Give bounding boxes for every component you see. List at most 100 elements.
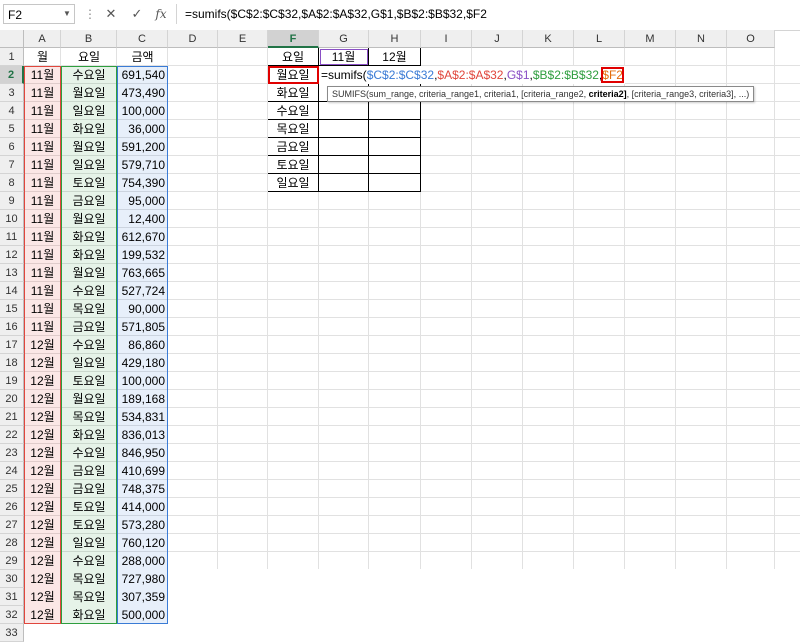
cell-month[interactable]: 11월: [24, 210, 61, 228]
cell-amount[interactable]: 612,670: [117, 228, 168, 246]
cell-day[interactable]: 일요일: [61, 102, 117, 120]
cell-day[interactable]: 월요일: [61, 210, 117, 228]
cell-day[interactable]: 월요일: [61, 390, 117, 408]
cell-day[interactable]: 금요일: [61, 480, 117, 498]
column-header-o[interactable]: O: [727, 30, 775, 48]
row-header-8[interactable]: 8: [0, 174, 24, 192]
cell-amount[interactable]: 189,168: [117, 390, 168, 408]
row-header-1[interactable]: 1: [0, 48, 24, 66]
cell-amount[interactable]: 534,831: [117, 408, 168, 426]
cell-month[interactable]: 12월: [24, 498, 61, 516]
column-header-k[interactable]: K: [523, 30, 574, 48]
column-header-i[interactable]: I: [421, 30, 472, 48]
cell-day[interactable]: 수요일: [61, 282, 117, 300]
cell-amount[interactable]: 429,180: [117, 354, 168, 372]
cell-day[interactable]: 목요일: [61, 588, 117, 606]
cell-amount[interactable]: 100,000: [117, 102, 168, 120]
header-month[interactable]: 월: [24, 48, 61, 66]
cell-day[interactable]: 수요일: [61, 552, 117, 570]
cell-amount[interactable]: 100,000: [117, 372, 168, 390]
column-header-h[interactable]: H: [369, 30, 421, 48]
cell-month[interactable]: 11월: [24, 66, 61, 84]
row-header-27[interactable]: 27: [0, 516, 24, 534]
name-box-dropdown-icon[interactable]: ▼: [61, 4, 73, 24]
cell-day[interactable]: 화요일: [61, 120, 117, 138]
row-header-29[interactable]: 29: [0, 552, 24, 570]
cell-day[interactable]: 목요일: [61, 300, 117, 318]
cell-month[interactable]: 12월: [24, 588, 61, 606]
cell-day[interactable]: 화요일: [61, 426, 117, 444]
cell-amount[interactable]: 763,665: [117, 264, 168, 282]
row-header-10[interactable]: 10: [0, 210, 24, 228]
row-header-2[interactable]: 2: [0, 66, 24, 84]
row-header-9[interactable]: 9: [0, 192, 24, 210]
column-header-c[interactable]: C: [117, 30, 168, 48]
cell-day[interactable]: 일요일: [61, 354, 117, 372]
cell-month[interactable]: 11월: [24, 120, 61, 138]
cell-day[interactable]: 토요일: [61, 516, 117, 534]
cell-amount[interactable]: 754,390: [117, 174, 168, 192]
cell-month[interactable]: 12월: [24, 444, 61, 462]
cell-day[interactable]: 화요일: [61, 606, 117, 624]
row-header-13[interactable]: 13: [0, 264, 24, 282]
cell-amount[interactable]: 579,710: [117, 156, 168, 174]
summary-value-nov[interactable]: [319, 156, 369, 174]
row-header-18[interactable]: 18: [0, 354, 24, 372]
cell-day[interactable]: 일요일: [61, 156, 117, 174]
cell-amount[interactable]: 846,950: [117, 444, 168, 462]
row-header-5[interactable]: 5: [0, 120, 24, 138]
cell-amount[interactable]: 760,120: [117, 534, 168, 552]
cell-amount[interactable]: 36,000: [117, 120, 168, 138]
cell-month[interactable]: 12월: [24, 516, 61, 534]
cell-day[interactable]: 일요일: [61, 534, 117, 552]
cell-day[interactable]: 금요일: [61, 462, 117, 480]
worksheet-grid[interactable]: ABCDEFGHIJKLMNO 1 2 3 4 5 6 7 8 9 10 11 12 13 14 15 16 1…: [0, 30, 800, 642]
summary-value-dec[interactable]: [369, 102, 421, 120]
cell-day[interactable]: 토요일: [61, 498, 117, 516]
row-header-15[interactable]: 15: [0, 300, 24, 318]
cell-month[interactable]: 12월: [24, 372, 61, 390]
enter-icon[interactable]: ✓: [128, 5, 146, 23]
row-header-6[interactable]: 6: [0, 138, 24, 156]
cell-month[interactable]: 12월: [24, 408, 61, 426]
cell-month[interactable]: 12월: [24, 480, 61, 498]
cell-amount[interactable]: 12,400: [117, 210, 168, 228]
cell-month[interactable]: 12월: [24, 390, 61, 408]
cell-day[interactable]: 화요일: [61, 246, 117, 264]
cell-month[interactable]: 12월: [24, 426, 61, 444]
row-header-30[interactable]: 30: [0, 570, 24, 588]
row-header-21[interactable]: 21: [0, 408, 24, 426]
column-header-n[interactable]: N: [676, 30, 727, 48]
cell-amount[interactable]: 473,490: [117, 84, 168, 102]
cell-month[interactable]: 11월: [24, 264, 61, 282]
cell-month[interactable]: 12월: [24, 462, 61, 480]
cell-edit-formula[interactable]: =sumifs($C$2:$C$32,$A$2:$A$32,G$1,$B$2:$…: [319, 66, 625, 84]
column-header-b[interactable]: B: [61, 30, 117, 48]
summary-day[interactable]: 월요일: [268, 66, 319, 84]
cell-month[interactable]: 11월: [24, 84, 61, 102]
summary-value-dec[interactable]: [369, 174, 421, 192]
column-header-d[interactable]: D: [168, 30, 218, 48]
cell-amount[interactable]: 90,000: [117, 300, 168, 318]
column-header-f[interactable]: F: [268, 30, 319, 48]
summary-value-nov[interactable]: [319, 102, 369, 120]
cell-amount[interactable]: 307,359: [117, 588, 168, 606]
insert-function-icon[interactable]: fx: [152, 5, 170, 23]
cell-month[interactable]: 12월: [24, 552, 61, 570]
cell-day[interactable]: 토요일: [61, 372, 117, 390]
summary-day[interactable]: 금요일: [268, 138, 319, 156]
cell-month[interactable]: 11월: [24, 318, 61, 336]
cell-amount[interactable]: 86,860: [117, 336, 168, 354]
cell-amount[interactable]: 727,980: [117, 570, 168, 588]
cell-month[interactable]: 11월: [24, 282, 61, 300]
row-header-7[interactable]: 7: [0, 156, 24, 174]
cancel-icon[interactable]: ✕: [102, 5, 120, 23]
column-header-j[interactable]: J: [472, 30, 523, 48]
cell-month[interactable]: 11월: [24, 246, 61, 264]
cell-day[interactable]: 토요일: [61, 174, 117, 192]
summary-value-nov[interactable]: [319, 138, 369, 156]
row-header-11[interactable]: 11: [0, 228, 24, 246]
cell-amount[interactable]: 199,532: [117, 246, 168, 264]
formula-input[interactable]: =sumifs($C$2:$C$32,$A$2:$A$32,G$1,$B$2:$…: [176, 4, 796, 24]
cell-amount[interactable]: 748,375: [117, 480, 168, 498]
